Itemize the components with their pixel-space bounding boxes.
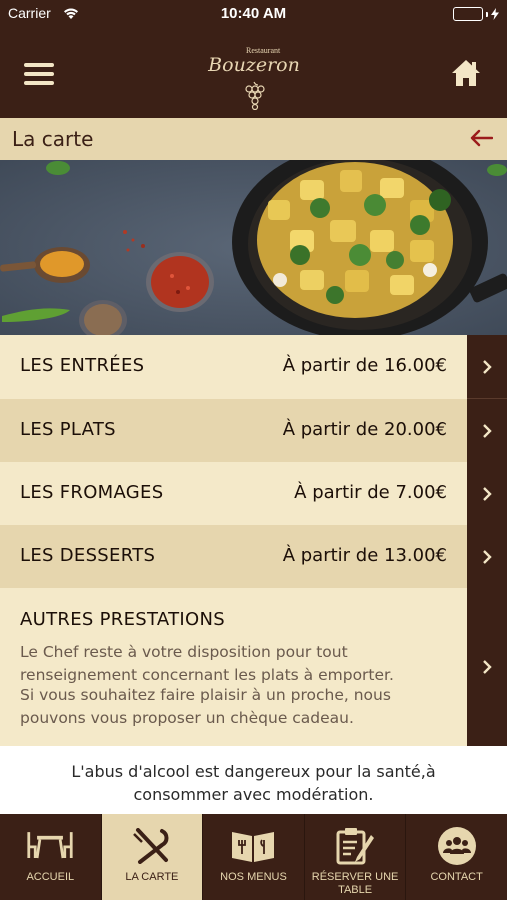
tab-label: ACCUEIL (26, 871, 75, 883)
row-arrow-button[interactable] (467, 335, 507, 399)
hamburger-icon (24, 63, 54, 67)
autres-paragraph-takeaway: Le Chef reste à votre disposition pour t… (20, 643, 394, 684)
contact-group-icon (433, 826, 481, 866)
tab-contact[interactable]: CONTACT (406, 814, 507, 900)
status-bar: Carrier 10:40 AM (0, 0, 507, 30)
autres-prestations-row[interactable]: AUTRES PRESTATIONS Le Chef reste à votre… (0, 588, 507, 746)
section-title-bar: La carte (0, 118, 507, 160)
row-arrow-button[interactable] (467, 525, 507, 589)
back-button[interactable] (469, 128, 494, 148)
autres-paragraph-gift: Si vous souhaitez faire plaisir à un pro… (20, 686, 391, 727)
restaurant-logo: Restaurant Bouzeron (208, 36, 300, 112)
tab-accueil[interactable]: ACCUEIL (0, 814, 102, 900)
tab-label: CONTACT (430, 871, 483, 883)
chevron-right-icon (483, 549, 492, 564)
row-arrow-button[interactable] (467, 462, 507, 526)
row-price: À partir de 13.00€ (282, 545, 447, 566)
row-name: LES DESSERTS (20, 545, 156, 566)
grapes-icon (245, 81, 265, 110)
tab-la-carte[interactable]: LA CARTE (101, 814, 204, 900)
row-price: À partir de 7.00€ (294, 482, 447, 503)
warning-line-1: L'abus d'alcool est dangereux pour la sa… (71, 762, 436, 781)
row-price: À partir de 20.00€ (282, 419, 447, 440)
hero-food-image (0, 160, 507, 335)
app-header: Restaurant Bouzeron (0, 30, 507, 118)
clipboard-pen-icon (331, 826, 379, 866)
table-chairs-icon (26, 826, 74, 866)
tab-label: RÉSERVER UNE TABLE (311, 871, 399, 896)
chevron-right-icon (483, 423, 492, 438)
tab-nos-menus[interactable]: NOS MENUS (203, 814, 305, 900)
home-icon (452, 60, 480, 86)
alcohol-warning: L'abus d'alcool est dangereux pour la sa… (0, 760, 507, 806)
autres-heading: AUTRES PRESTATIONS (20, 609, 225, 630)
tab-reserver-une-table[interactable]: RÉSERVER UNE TABLE (305, 814, 407, 900)
row-arrow-button[interactable] (467, 399, 507, 463)
bottom-tab-bar: ACCUEIL LA CARTE NOS MENUS RÉSERVER UNE … (0, 814, 507, 900)
tab-label: NOS MENUS (220, 871, 287, 883)
menu-row-fromages[interactable]: LES FROMAGES À partir de 7.00€ (0, 462, 507, 526)
chevron-right-icon (483, 359, 492, 374)
menu-row-desserts[interactable]: LES DESSERTS À partir de 13.00€ (0, 525, 507, 589)
row-price: À partir de 16.00€ (282, 355, 447, 376)
clock: 10:40 AM (220, 5, 287, 22)
menu-row-plats[interactable]: LES PLATS À partir de 20.00€ (0, 399, 507, 463)
row-name: LES FROMAGES (20, 482, 164, 503)
arrow-left-icon (470, 129, 494, 147)
fork-knife-icon (128, 826, 176, 866)
chevron-right-icon (483, 486, 492, 501)
home-button[interactable] (451, 59, 481, 87)
menu-book-icon (229, 826, 277, 866)
menu-row-entrees[interactable]: LES ENTRÉES À partir de 16.00€ (0, 335, 507, 399)
row-arrow-button[interactable] (467, 588, 507, 746)
warning-line-2: consommer avec modération. (133, 785, 374, 804)
row-name: LES ENTRÉES (20, 355, 145, 376)
battery-icon (453, 7, 499, 21)
tab-label: LA CARTE (125, 871, 179, 883)
row-name: LES PLATS (20, 419, 116, 440)
chevron-right-icon (483, 660, 492, 674)
page-title: La carte (12, 127, 94, 151)
logo-name: Bouzeron (208, 54, 300, 76)
hamburger-menu-button[interactable] (24, 63, 54, 85)
